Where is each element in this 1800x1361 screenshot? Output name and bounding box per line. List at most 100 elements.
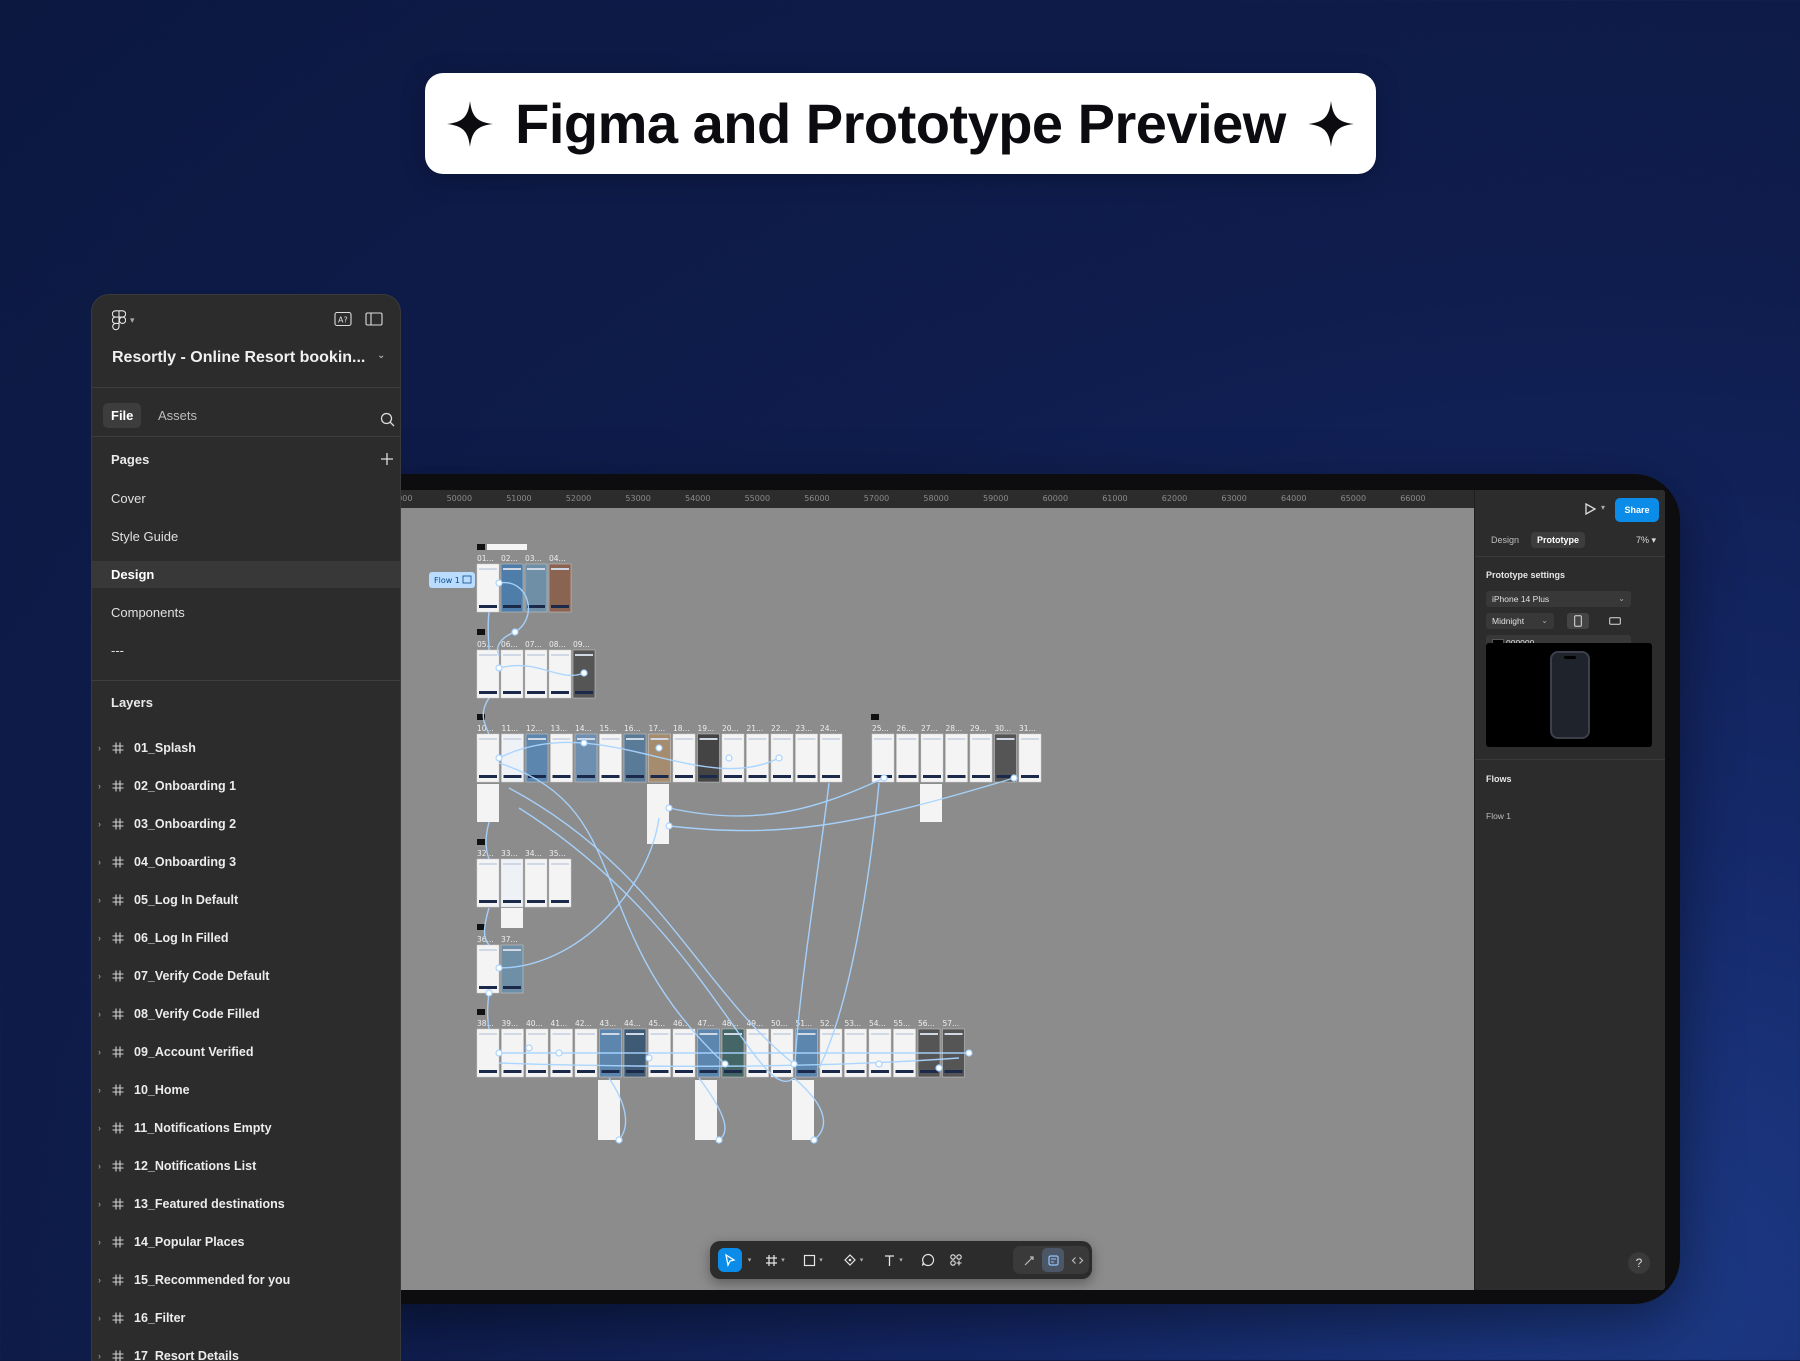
- screen-frame[interactable]: [500, 858, 524, 908]
- page-item-separator[interactable]: ---: [92, 637, 400, 664]
- actions-button[interactable]: [944, 1248, 968, 1272]
- prototype-connector[interactable]: [668, 777, 885, 817]
- screen-frame[interactable]: [945, 733, 968, 783]
- design-mode-button[interactable]: [1042, 1248, 1064, 1272]
- layer-item[interactable]: › 14_Popular Places: [92, 1231, 400, 1253]
- connector-node[interactable]: [810, 1136, 818, 1144]
- device-select[interactable]: iPhone 14 Plus ⌄: [1486, 591, 1631, 607]
- layer-item[interactable]: › 05_Log In Default: [92, 889, 400, 911]
- screen-frame[interactable]: [501, 733, 524, 783]
- expand-caret-icon[interactable]: ›: [98, 1085, 101, 1095]
- connector-node[interactable]: [495, 664, 503, 672]
- connector-node[interactable]: [615, 1136, 623, 1144]
- model-color-select[interactable]: Midnight ⌄: [1486, 613, 1554, 629]
- expand-caret-icon[interactable]: ›: [98, 1237, 101, 1247]
- connector-node[interactable]: [880, 774, 888, 782]
- screen-frame[interactable]: [500, 649, 524, 699]
- expand-caret-icon[interactable]: ›: [98, 1161, 101, 1171]
- expand-caret-icon[interactable]: ›: [98, 1009, 101, 1019]
- connector-node[interactable]: [715, 1136, 723, 1144]
- scroll-frame[interactable]: [501, 908, 523, 928]
- ai-text-icon[interactable]: A?: [334, 311, 352, 327]
- connector-node[interactable]: [495, 579, 503, 587]
- layer-item[interactable]: › 10_Home: [92, 1079, 400, 1101]
- search-icon[interactable]: [380, 412, 395, 427]
- layer-item[interactable]: › 11_Notifications Empty: [92, 1117, 400, 1139]
- page-item-design[interactable]: Design: [92, 561, 400, 588]
- connector-node[interactable]: [555, 1049, 563, 1057]
- connector-node[interactable]: [790, 1060, 798, 1068]
- connector-node[interactable]: [525, 1044, 533, 1052]
- layer-item[interactable]: › 12_Notifications List: [92, 1155, 400, 1177]
- screen-frame[interactable]: [672, 733, 696, 783]
- expand-caret-icon[interactable]: ›: [98, 1123, 101, 1133]
- connector-node[interactable]: [965, 1049, 973, 1057]
- connector-node[interactable]: [655, 744, 663, 752]
- screen-frame[interactable]: [721, 733, 745, 783]
- screen-frame[interactable]: [524, 858, 548, 908]
- screen-frame[interactable]: [1018, 733, 1042, 783]
- move-tool-button[interactable]: [718, 1248, 742, 1272]
- expand-caret-icon[interactable]: ›: [98, 1047, 101, 1057]
- frame-tool-button[interactable]: ▾: [760, 1248, 790, 1272]
- dev-mode-button[interactable]: [1066, 1248, 1088, 1272]
- move-tool-caret[interactable]: ▾: [744, 1248, 752, 1272]
- add-page-plus-icon[interactable]: [380, 452, 394, 466]
- connector-node[interactable]: [511, 628, 519, 636]
- present-caret[interactable]: ▾: [1601, 503, 1605, 512]
- expand-caret-icon[interactable]: ›: [98, 857, 101, 867]
- screen-frame[interactable]: [548, 563, 572, 613]
- file-name[interactable]: Resortly - Online Resort bookin...: [112, 349, 365, 367]
- scroll-frame[interactable]: [477, 784, 499, 822]
- page-item-components[interactable]: Components: [92, 599, 400, 626]
- screen-frame[interactable]: [476, 563, 500, 613]
- expand-caret-icon[interactable]: ›: [98, 1275, 101, 1285]
- expand-caret-icon[interactable]: ›: [98, 1313, 101, 1323]
- layer-item[interactable]: › 17_Resort Details: [92, 1345, 400, 1361]
- connector-node[interactable]: [665, 804, 673, 812]
- tab-file[interactable]: File: [103, 403, 142, 428]
- layer-item[interactable]: › 08_Verify Code Filled: [92, 1003, 400, 1025]
- layer-item[interactable]: › 09_Account Verified: [92, 1041, 400, 1063]
- figma-logo-icon[interactable]: [112, 310, 126, 331]
- screen-frame[interactable]: [697, 733, 720, 783]
- connector-node[interactable]: [580, 739, 588, 747]
- layer-item[interactable]: › 07_Verify Code Default: [92, 965, 400, 987]
- connector-node[interactable]: [485, 989, 493, 997]
- sidebar-toggle-icon[interactable]: [365, 311, 383, 327]
- layer-item[interactable]: › 03_Onboarding 2: [92, 813, 400, 835]
- connector-node[interactable]: [725, 754, 733, 762]
- zoom-dropdown[interactable]: 7% ▾: [1636, 535, 1656, 546]
- layer-item[interactable]: › 13_Featured destinations: [92, 1193, 400, 1215]
- expand-caret-icon[interactable]: ›: [98, 933, 101, 943]
- flow-list-item[interactable]: Flow 1: [1486, 811, 1511, 821]
- shape-tool-button[interactable]: ▾: [798, 1248, 828, 1272]
- connector-node[interactable]: [665, 822, 673, 830]
- screen-frame[interactable]: [548, 858, 572, 908]
- connector-node[interactable]: [875, 1060, 883, 1068]
- landscape-toggle[interactable]: [1604, 613, 1626, 629]
- main-menu-caret[interactable]: ▾: [130, 315, 135, 326]
- design-canvas[interactable]: 01... 02... 03... 04... 05... 06... 07... 08...…: [399, 508, 1474, 1290]
- comment-tool-button[interactable]: [916, 1248, 940, 1272]
- tab-prototype[interactable]: Prototype: [1531, 532, 1586, 548]
- connector-node[interactable]: [495, 1049, 503, 1057]
- screen-frame[interactable]: [524, 649, 548, 699]
- connector-node[interactable]: [935, 1064, 943, 1072]
- layer-item[interactable]: › 04_Onboarding 3: [92, 851, 400, 873]
- screen-frame[interactable]: [500, 944, 524, 994]
- share-button[interactable]: Share: [1615, 498, 1659, 522]
- screen-frame[interactable]: [476, 649, 500, 699]
- prototype-connector[interactable]: [487, 611, 490, 651]
- expand-caret-icon[interactable]: ›: [98, 971, 101, 981]
- screen-frame[interactable]: [476, 858, 500, 908]
- connector-node[interactable]: [495, 964, 503, 972]
- screen-frame[interactable]: [969, 733, 993, 783]
- present-play-icon[interactable]: [1583, 502, 1597, 516]
- tab-design[interactable]: Design: [1485, 532, 1525, 548]
- screen-frame[interactable]: [896, 733, 919, 783]
- page-item-style-guide[interactable]: Style Guide: [92, 523, 400, 550]
- prototype-connector[interactable]: [486, 992, 490, 1030]
- scroll-frame[interactable]: [598, 1080, 620, 1140]
- screen-frame[interactable]: [550, 733, 573, 783]
